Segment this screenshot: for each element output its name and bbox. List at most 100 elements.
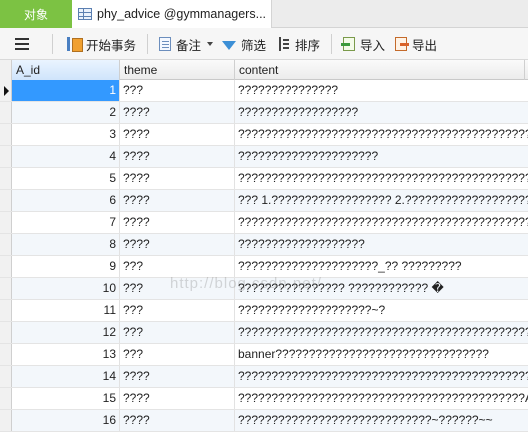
cell-theme[interactable]: ??? — [120, 278, 235, 299]
toolbar-divider — [52, 34, 53, 54]
table-row[interactable]: 13??? banner?????????????????????????????… — [0, 344, 528, 366]
row-indicator[interactable] — [0, 410, 12, 431]
export-label: 导出 — [412, 38, 438, 53]
table-row[interactable]: 8??????????????????????? — [0, 234, 528, 256]
cell-content[interactable]: ????????????????????~? — [235, 300, 528, 321]
row-indicator[interactable] — [0, 322, 12, 343]
table-row[interactable]: 14??????????????????????????????????????… — [0, 366, 528, 388]
cell-theme[interactable]: ???? — [120, 102, 235, 123]
table-row[interactable]: 2?????????????????????? — [0, 102, 528, 124]
row-indicator[interactable] — [0, 344, 12, 365]
table-row[interactable]: 3???????????????????????????????????????… — [0, 124, 528, 146]
cell-a-id[interactable]: 4 — [12, 146, 120, 167]
table-row[interactable]: 6??????? 1.?????????????????? 2.????????… — [0, 190, 528, 212]
cell-theme[interactable]: ??? — [120, 80, 235, 101]
cell-content[interactable]: ????????????????????????????????????????… — [235, 212, 528, 233]
cell-theme[interactable]: ???? — [120, 146, 235, 167]
cell-a-id[interactable]: 8 — [12, 234, 120, 255]
row-indicator[interactable] — [0, 388, 12, 409]
row-indicator[interactable] — [0, 212, 12, 233]
cell-a-id[interactable]: 6 — [12, 190, 120, 211]
cell-theme[interactable]: ???? — [120, 212, 235, 233]
cell-a-id[interactable]: 14 — [12, 366, 120, 387]
export-icon — [395, 37, 409, 51]
cell-theme[interactable]: ??? — [120, 256, 235, 277]
column-header-theme[interactable]: theme — [120, 60, 235, 80]
cell-content[interactable]: banner???????????????????????????????? — [235, 344, 528, 365]
tab-objects[interactable]: 对象 — [0, 0, 72, 28]
cell-content[interactable]: ??????????????????? — [235, 234, 528, 255]
cell-a-id[interactable]: 11 — [12, 300, 120, 321]
cell-theme[interactable]: ???? — [120, 234, 235, 255]
table-row[interactable]: 5???????????????????????????????????????… — [0, 168, 528, 190]
row-indicator[interactable] — [0, 146, 12, 167]
cell-content[interactable]: ????????????????????? — [235, 146, 528, 167]
cell-theme[interactable]: ??? — [120, 322, 235, 343]
cell-content[interactable]: ???????????????? ???????????? � — [235, 278, 528, 299]
cell-a-id[interactable]: 9 — [12, 256, 120, 277]
hamburger-icon — [15, 38, 29, 50]
table-row[interactable]: 11??? ????????????????????~? — [0, 300, 528, 322]
cell-a-id[interactable]: 2 — [12, 102, 120, 123]
cell-content[interactable]: ?????????????????????_?? ????????? — [235, 256, 528, 277]
cell-a-id[interactable]: 13 — [12, 344, 120, 365]
row-indicator[interactable] — [0, 124, 12, 145]
cell-content[interactable]: ????????????????????????????????????????… — [235, 124, 528, 145]
column-header-content[interactable]: content — [235, 60, 525, 80]
column-header-a-id[interactable]: A_id — [12, 60, 120, 80]
data-grid[interactable]: A_id theme content 1?????????????????? 2?… — [0, 60, 528, 433]
tab-table-phy-advice[interactable]: phy_advice @gymmanagers... — [72, 0, 272, 28]
row-indicator[interactable] — [0, 102, 12, 123]
cell-theme[interactable]: ???? — [120, 190, 235, 211]
table-row[interactable]: 12??????????????????????????????????????… — [0, 322, 528, 344]
row-indicator[interactable] — [0, 190, 12, 211]
table-row[interactable]: 4????????????????????????? — [0, 146, 528, 168]
cell-content[interactable]: ????????????????????????????????????????… — [235, 388, 528, 409]
cell-content[interactable]: ????????????????????????????????????????… — [235, 366, 528, 387]
cell-a-id[interactable]: 16 — [12, 410, 120, 431]
row-indicator[interactable] — [0, 278, 12, 299]
cell-theme[interactable]: ???? — [120, 410, 235, 431]
table-row[interactable]: 1?????????????????? — [0, 80, 528, 102]
current-row-arrow-icon — [4, 86, 9, 96]
cell-content[interactable]: ?????????????????????????????~??????~~ — [235, 410, 528, 431]
import-button[interactable]: 导入 — [341, 34, 386, 54]
export-button[interactable]: 导出 — [395, 34, 437, 54]
cell-a-id[interactable]: 12 — [12, 322, 120, 343]
cell-content[interactable]: ?????????????????? — [235, 102, 528, 123]
cell-content[interactable]: ??????????????? — [235, 80, 528, 101]
cell-a-id[interactable]: 15 — [12, 388, 120, 409]
row-indicator[interactable] — [0, 234, 12, 255]
import-label: 导入 — [360, 38, 386, 53]
cell-a-id[interactable]: 1 — [12, 80, 120, 101]
cell-a-id[interactable]: 10 — [12, 278, 120, 299]
cell-theme[interactable]: ???? — [120, 124, 235, 145]
row-indicator[interactable] — [0, 366, 12, 387]
begin-transaction-button[interactable]: 开始事务 — [67, 34, 136, 54]
row-indicator[interactable] — [0, 80, 12, 101]
cell-content[interactable]: ??? 1.?????????????????? 2.?????????????… — [235, 190, 528, 211]
note-button[interactable]: 备注 — [159, 34, 214, 54]
cell-a-id[interactable]: 7 — [12, 212, 120, 233]
row-indicator[interactable] — [0, 300, 12, 321]
cell-content[interactable]: ????????????????????????????????????????… — [235, 168, 528, 189]
cell-theme[interactable]: ???? — [120, 168, 235, 189]
cell-a-id[interactable]: 3 — [12, 124, 120, 145]
table-row[interactable]: 16???? ?????????????????????????????~????… — [0, 410, 528, 432]
menu-button[interactable] — [15, 34, 29, 54]
cell-theme[interactable]: ??? — [120, 300, 235, 321]
table-row[interactable]: 7???????????????????????????????????????… — [0, 212, 528, 234]
cell-content[interactable]: ????????????????????????????????????????… — [235, 322, 528, 343]
filter-button[interactable]: 筛选 — [222, 34, 266, 54]
table-row[interactable]: 15??????????????????????????????????????… — [0, 388, 528, 410]
table-row[interactable]: 10??????????????????? ???????????? � — [0, 278, 528, 300]
chevron-down-icon[interactable] — [207, 42, 214, 46]
cell-theme[interactable]: ??? — [120, 344, 235, 365]
row-indicator[interactable] — [0, 168, 12, 189]
row-indicator[interactable] — [0, 256, 12, 277]
sort-button[interactable]: 排序 — [276, 34, 320, 54]
cell-a-id[interactable]: 5 — [12, 168, 120, 189]
cell-theme[interactable]: ???? — [120, 388, 235, 409]
cell-theme[interactable]: ???? — [120, 366, 235, 387]
table-row[interactable]: 9??? ?????????????????????_?? ????????? — [0, 256, 528, 278]
